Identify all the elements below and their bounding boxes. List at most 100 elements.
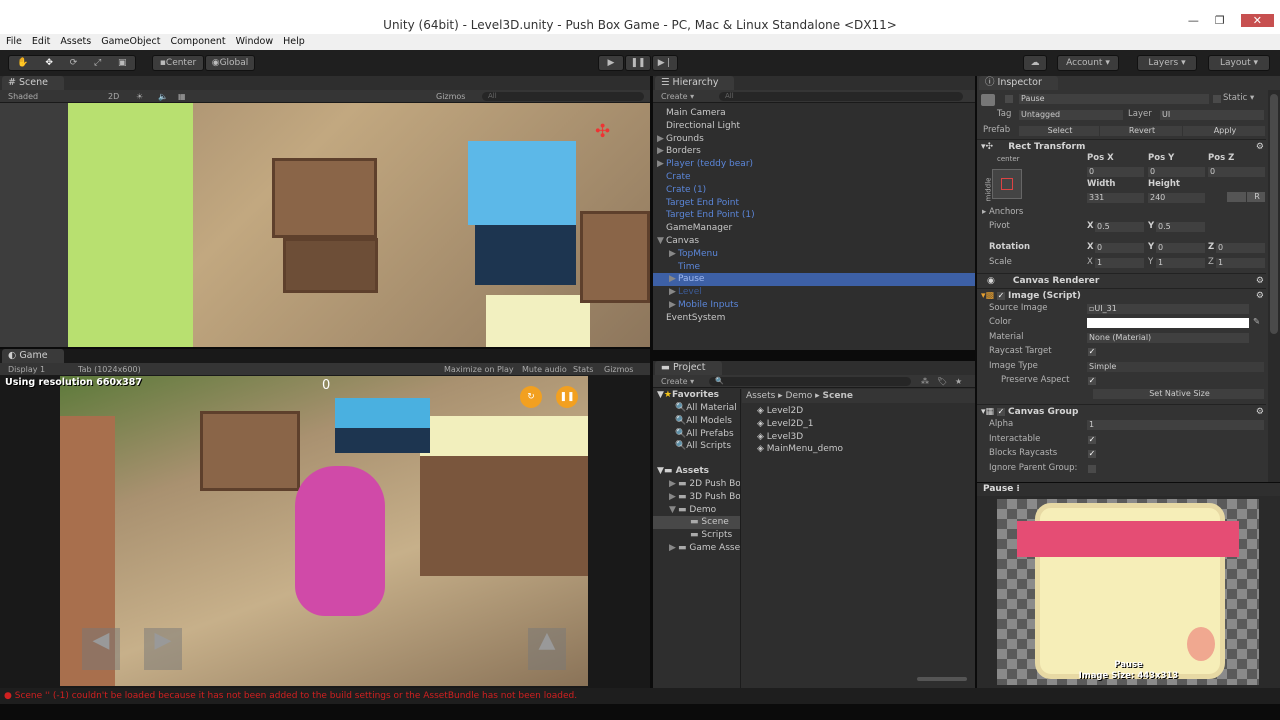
hand-tool-icon[interactable]: ✋ — [17, 56, 28, 70]
anchors-foldout[interactable]: ▸ Anchors — [982, 207, 1023, 218]
tab-game[interactable]: ◐ Game — [2, 349, 64, 363]
favorite-star-icon[interactable]: ★ — [955, 375, 962, 388]
breadcrumb-demo[interactable]: Demo — [786, 391, 813, 401]
canvas-renderer-header[interactable]: ◉ Canvas Renderer ⚙ — [977, 273, 1266, 287]
favorite-search-item[interactable]: 🔍All Material — [653, 402, 740, 415]
cloud-icon[interactable]: ☁ — [1023, 55, 1047, 71]
hierarchy-search[interactable]: All — [719, 92, 963, 101]
project-folder[interactable]: ▼ ▬ Demo — [653, 504, 740, 517]
set-native-size-button[interactable]: Set Native Size — [1093, 389, 1264, 399]
lighting-icon[interactable]: ☀ — [136, 90, 143, 103]
scene-file[interactable]: ◈ Level2D — [757, 405, 975, 418]
preview-header[interactable]: Pause ⁝ — [977, 483, 1280, 496]
scene-gizmo-axis-icon[interactable]: ✣ — [595, 121, 610, 142]
rect-transform-header[interactable]: ▾✣ Rect Transform ⚙ — [977, 139, 1266, 153]
foldout-arrow-icon[interactable]: ▶ — [669, 273, 678, 286]
canvas-group-enabled-checkbox[interactable]: ✓ — [997, 408, 1006, 416]
right-arrow-button[interactable]: ▶ — [144, 628, 182, 670]
layer-dropdown[interactable]: UI — [1160, 110, 1264, 120]
effects-icon[interactable]: ▦ — [178, 90, 186, 103]
pos-y-field[interactable]: 0 — [1148, 167, 1205, 177]
maximize-on-play-toggle[interactable]: Maximize on Play — [444, 363, 514, 376]
pos-x-field[interactable]: 0 — [1087, 167, 1144, 177]
anchor-presets-button[interactable] — [992, 169, 1022, 199]
hierarchy-item[interactable]: ▶ Pause — [653, 273, 975, 287]
layout-dropdown[interactable]: Layout ▾ — [1208, 55, 1270, 71]
hierarchy-item[interactable]: Time — [653, 261, 975, 274]
hierarchy-item[interactable]: Target End Point (1) — [653, 209, 975, 222]
filter-label-icon[interactable]: 🏷 — [937, 375, 947, 388]
account-dropdown[interactable]: Account ▾ — [1057, 55, 1119, 71]
raw-edit-button[interactable]: R — [1247, 192, 1265, 202]
step-button[interactable]: ▶❘ — [652, 55, 678, 71]
hierarchy-item[interactable]: EventSystem — [653, 312, 975, 325]
hierarchy-item[interactable]: ▶ Level — [653, 286, 975, 299]
tab-inspector[interactable]: ⓘ Inspector — [979, 76, 1058, 90]
2d-toggle[interactable]: 2D — [108, 90, 119, 103]
prefab-revert-button[interactable]: Revert — [1100, 126, 1182, 136]
object-name-field[interactable]: Pause — [1019, 94, 1209, 104]
foldout-arrow-icon[interactable]: ▶ — [657, 158, 666, 171]
rotation-x-field[interactable]: 0 — [1095, 243, 1144, 253]
stats-toggle[interactable]: Stats — [573, 363, 593, 376]
play-button[interactable]: ▶ — [598, 55, 624, 71]
preserve-aspect-checkbox[interactable]: ✓ — [1088, 377, 1096, 385]
project-folder[interactable]: ▶ ▬ 3D Push Bo — [653, 491, 740, 504]
scale-tool-icon[interactable]: ⤢ — [94, 56, 101, 70]
component-settings-icon[interactable]: ⚙ — [1256, 289, 1264, 303]
hierarchy-item[interactable]: Target End Point — [653, 197, 975, 210]
status-bar[interactable]: ● Scene '' (-1) couldn't be loaded becau… — [0, 688, 1280, 704]
move-tool-icon[interactable]: ✥ — [45, 56, 53, 70]
static-checkbox[interactable] — [1213, 95, 1221, 103]
menu-gameobject[interactable]: GameObject — [101, 34, 160, 50]
hierarchy-item[interactable]: ▶ TopMenu — [653, 248, 975, 261]
filter-type-icon[interactable]: ⁂ — [921, 375, 929, 388]
project-create-dropdown[interactable]: Create ▾ — [661, 375, 694, 388]
rotation-z-field[interactable]: 0 — [1216, 243, 1265, 253]
project-search[interactable]: 🔍 — [709, 377, 911, 386]
hierarchy-item[interactable]: ▶ Player (teddy bear) — [653, 158, 975, 171]
assets-folder[interactable]: ▼▬ Assets — [653, 465, 740, 478]
blueprint-mode-button[interactable] — [1227, 192, 1246, 202]
tab-project[interactable]: ▬ Project — [655, 361, 722, 375]
pos-z-field[interactable]: 0 — [1208, 167, 1265, 177]
raycast-target-checkbox[interactable]: ✓ — [1088, 348, 1096, 356]
foldout-arrow-icon[interactable]: ▶ — [669, 286, 678, 299]
icon-size-slider[interactable] — [917, 677, 967, 681]
rect-tool-icon[interactable]: ▣ — [118, 56, 127, 70]
pivot-y-field[interactable]: 0.5 — [1156, 222, 1205, 232]
height-field[interactable]: 240 — [1148, 193, 1205, 203]
scale-z-field[interactable]: 1 — [1216, 258, 1265, 268]
hierarchy-item[interactable]: ▶ Mobile Inputs — [653, 299, 975, 312]
foldout-arrow-icon[interactable]: ▶ — [657, 133, 666, 146]
foldout-arrow-icon[interactable]: ▶ — [669, 248, 678, 261]
scene-file[interactable]: ◈ Level3D — [757, 431, 975, 444]
rotate-tool-icon[interactable]: ⟳ — [70, 56, 78, 70]
component-settings-icon[interactable]: ⚙ — [1256, 140, 1264, 154]
menu-component[interactable]: Component — [170, 34, 225, 50]
scene-file[interactable]: ◈ MainMenu_demo — [757, 443, 975, 456]
foldout-arrow-icon[interactable]: ▶ — [669, 299, 678, 312]
breadcrumb-scene[interactable]: Scene — [823, 391, 853, 401]
pivot-center-button[interactable]: ▪Center — [152, 55, 204, 71]
material-field[interactable]: None (Material) — [1087, 333, 1249, 343]
display-dropdown[interactable]: Display 1 — [8, 363, 45, 376]
pause-game-button[interactable]: ❚❚ — [556, 386, 578, 408]
component-settings-icon[interactable]: ⚙ — [1256, 405, 1264, 419]
gizmos-toggle[interactable]: Gizmos — [604, 363, 633, 376]
foldout-arrow-icon[interactable]: ▶ — [657, 145, 666, 158]
tab-hierarchy[interactable]: ☰ Hierarchy — [655, 76, 735, 90]
hierarchy-item[interactable]: ▶ Grounds — [653, 133, 975, 146]
image-type-dropdown[interactable]: Simple — [1087, 362, 1264, 372]
active-checkbox[interactable] — [1005, 95, 1013, 103]
eyedropper-icon[interactable]: ✎ — [1253, 317, 1260, 328]
tab-scene[interactable]: # Scene — [2, 76, 64, 90]
breadcrumb-assets[interactable]: Assets — [746, 391, 775, 401]
favorite-search-item[interactable]: 🔍All Prefabs — [653, 428, 740, 441]
scale-x-field[interactable]: 1 — [1095, 258, 1144, 268]
inspector-scrollbar[interactable] — [1268, 90, 1280, 482]
project-folder[interactable]: ▬ Scripts — [653, 529, 740, 542]
hierarchy-item[interactable]: ▼ Canvas — [653, 235, 975, 248]
scene-viewport[interactable]: ✣ — [0, 103, 650, 347]
image-script-header[interactable]: ▾▩ ✓ Image (Script) ⚙ — [977, 288, 1266, 302]
